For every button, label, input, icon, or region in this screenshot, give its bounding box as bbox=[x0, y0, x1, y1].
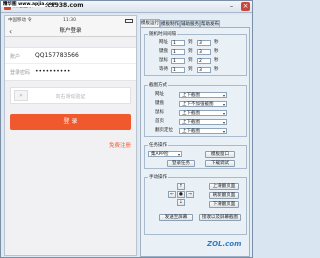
account-field[interactable]: QQ157783566 bbox=[35, 52, 79, 59]
app-select[interactable]: 集APP检 ▾ bbox=[148, 151, 182, 157]
separator-label: 到 bbox=[188, 49, 193, 54]
arrow-left-button[interactable]: ← bbox=[168, 191, 176, 198]
password-field[interactable]: •••••••••• bbox=[35, 68, 70, 75]
control-panel: 模板运行 模板制作 辅助服务 帮助发布 随机时间间隔 网址 1 到 3 秒 键盘… bbox=[139, 15, 252, 257]
mode-select[interactable]: 上下截图 ▾ bbox=[179, 110, 227, 116]
register-link[interactable]: 免费注册 bbox=[109, 141, 131, 149]
app-select-value: 集APP检 bbox=[151, 152, 169, 157]
capture-mode-group: 截图方式 网址 上下截图 ▾ 键盘 上下不加强截图 ▾ 鼠标 上下截图 ▾ 首页 上下… bbox=[144, 83, 247, 137]
random-interval-group: 随机时间间隔 网址 1 到 3 秒 键盘 1 到 3 秒 鼠标 1 到 2 秒 … bbox=[144, 32, 247, 76]
interval-label: 等待 bbox=[159, 67, 168, 72]
unit-label: 秒 bbox=[214, 40, 219, 45]
slide-captcha[interactable]: » 向右滑动验证 bbox=[10, 87, 131, 104]
password-label: 登录密码 bbox=[10, 70, 31, 76]
tab-help[interactable]: 帮助发布 bbox=[200, 20, 220, 27]
close-button[interactable]: × bbox=[241, 2, 250, 11]
account-label: 账户 bbox=[10, 54, 21, 60]
tab-run[interactable]: 模板运行 bbox=[140, 19, 160, 27]
arrow-right-button[interactable]: → bbox=[186, 191, 194, 198]
app-window: 微信登录 精华图 www.apjia.com .cx938.com – × 中国… bbox=[0, 0, 253, 258]
mode-value: 上下不加强截图 bbox=[182, 102, 214, 107]
interval-from-input[interactable]: 1 bbox=[171, 40, 185, 46]
group-label: 截图方式 bbox=[148, 83, 168, 88]
mode-label: 鼠标 bbox=[155, 110, 164, 115]
page-title: 账户登录 bbox=[59, 28, 82, 34]
chevron-down-icon: ▾ bbox=[222, 93, 225, 98]
interval-from-input[interactable]: 1 bbox=[171, 67, 185, 73]
interval-to-input[interactable]: 3 bbox=[197, 49, 211, 55]
carrier-label: 中国移动 令 bbox=[8, 18, 32, 23]
swipe-down-button[interactable]: 下滑翻页面 bbox=[209, 201, 239, 208]
unit-label: 秒 bbox=[214, 58, 219, 63]
mode-value: 上下截图 bbox=[182, 129, 200, 134]
interval-label: 键盘 bbox=[159, 49, 168, 54]
mode-label: 网址 bbox=[155, 92, 164, 97]
phone-preview: 中国移动 令 11:30 ‹ 账户登录 账户 QQ157783566 登录密码 … bbox=[4, 15, 137, 256]
mode-label: 键盘 bbox=[155, 101, 164, 106]
interval-from-input[interactable]: 1 bbox=[171, 49, 185, 55]
account-row[interactable]: 账户 QQ157783566 bbox=[5, 48, 136, 64]
separator-label: 到 bbox=[188, 58, 193, 63]
mode-select[interactable]: 上下截图 ▾ bbox=[179, 92, 227, 98]
interval-label: 网址 bbox=[159, 40, 168, 45]
arrow-down-button[interactable]: ↓ bbox=[177, 199, 185, 206]
mode-select[interactable]: 上下截图 ▾ bbox=[179, 119, 227, 125]
chevron-down-icon: ▾ bbox=[222, 129, 225, 134]
title-bar: 微信登录 精华图 www.apjia.com .cx938.com – × bbox=[1, 1, 252, 13]
unit-label: 秒 bbox=[214, 67, 219, 72]
manual-operation-group: 手动操作 ↑ ← ● → ↓ 上滑翻页面 刷新翻页面 下滑翻页面 发送至屏幕 接… bbox=[144, 175, 247, 235]
swipe-up-button[interactable]: 上滑翻页面 bbox=[209, 183, 239, 190]
separator-label: 到 bbox=[188, 67, 193, 72]
mode-value: 上下截图 bbox=[182, 93, 200, 98]
group-label: 手动操作 bbox=[148, 175, 168, 180]
refresh-page-button[interactable]: 刷新翻页面 bbox=[209, 192, 239, 199]
interval-to-input[interactable]: 3 bbox=[197, 40, 211, 46]
chevron-down-icon: ▾ bbox=[177, 152, 180, 157]
chevron-down-icon: ▾ bbox=[222, 111, 225, 116]
interval-to-input[interactable]: 2 bbox=[197, 58, 211, 64]
group-label: 任务操作 bbox=[148, 143, 168, 148]
login-task-button[interactable]: 登录任务 bbox=[167, 160, 195, 167]
mode-select[interactable]: 上下不加强截图 ▾ bbox=[179, 101, 227, 107]
battery-icon bbox=[125, 19, 133, 23]
mode-label: 首页 bbox=[155, 119, 164, 124]
tab-service[interactable]: 辅助服务 bbox=[180, 20, 200, 27]
interval-from-input[interactable]: 1 bbox=[171, 58, 185, 64]
receive-screenshot-button[interactable]: 接收以及屏幕截图 bbox=[199, 214, 241, 221]
minimize-button[interactable]: – bbox=[227, 2, 236, 11]
ok-button[interactable]: ● bbox=[177, 191, 185, 198]
mode-value: 上下截图 bbox=[182, 120, 200, 125]
login-form: 账户 QQ157783566 登录密码 •••••••••• bbox=[5, 47, 136, 81]
chevron-down-icon: ▾ bbox=[222, 102, 225, 107]
unit-label: 秒 bbox=[214, 49, 219, 54]
status-time: 11:30 bbox=[63, 18, 76, 23]
captcha-text: 向右滑动验证 bbox=[55, 94, 86, 100]
chevron-down-icon: ▾ bbox=[222, 120, 225, 125]
separator-label: 到 bbox=[188, 40, 193, 45]
interval-to-input[interactable]: 3 bbox=[197, 67, 211, 73]
interval-label: 鼠标 bbox=[159, 58, 168, 63]
watermark-site: .cx938.com bbox=[45, 2, 84, 9]
mode-select[interactable]: 上下截图 ▾ bbox=[179, 128, 227, 134]
download-debug-button[interactable]: 下载调试 bbox=[205, 160, 235, 167]
task-group: 任务操作 集APP检 ▾ 模板窗口 登录任务 下载调试 bbox=[144, 143, 247, 169]
nav-bar: ‹ 账户登录 bbox=[5, 26, 136, 37]
arrow-up-button[interactable]: ↑ bbox=[177, 183, 185, 190]
tab-make[interactable]: 模板制作 bbox=[160, 20, 180, 27]
status-bar: 中国移动 令 11:30 bbox=[5, 16, 136, 26]
site-logo: ZOL.com bbox=[207, 240, 242, 248]
template-window-button[interactable]: 模板窗口 bbox=[205, 151, 235, 158]
group-label: 随机时间间隔 bbox=[148, 32, 177, 37]
login-button[interactable]: 登 录 bbox=[10, 114, 131, 130]
mode-value: 上下截图 bbox=[182, 111, 200, 116]
send-to-screen-button[interactable]: 发送至屏幕 bbox=[159, 214, 193, 221]
password-row[interactable]: 登录密码 •••••••••• bbox=[5, 64, 136, 80]
mode-label: 翻页定位 bbox=[155, 128, 173, 133]
tab-content: 随机时间间隔 网址 1 到 3 秒 键盘 1 到 3 秒 鼠标 1 到 2 秒 … bbox=[140, 27, 250, 257]
